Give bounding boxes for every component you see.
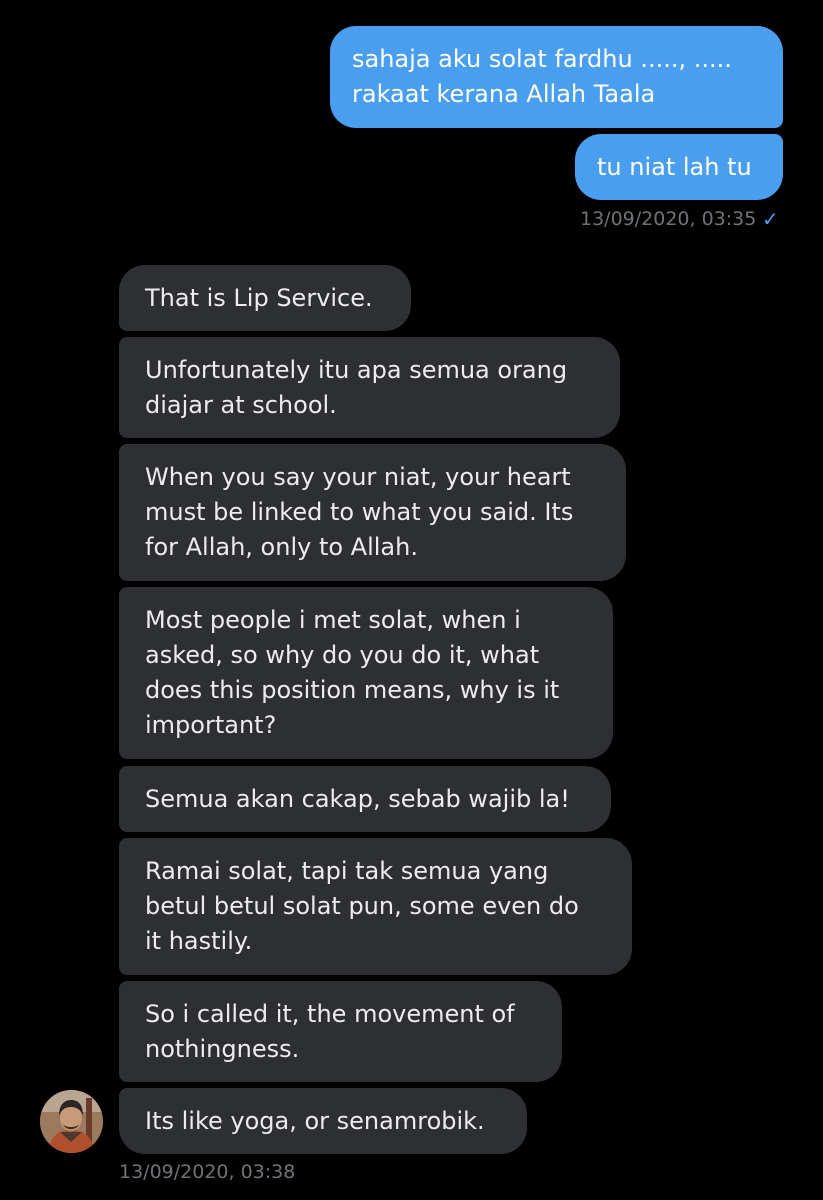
message-thread: sahaja aku solat fardhu ....., ..... rak… (0, 0, 823, 1200)
sent-message-bubble[interactable]: tu niat lah tu (575, 134, 783, 200)
received-message-bubble[interactable]: Its like yoga, or senamrobik. (119, 1088, 527, 1154)
received-timestamp: 13/09/2020, 03:38 (119, 1161, 296, 1183)
received-message-bubble[interactable]: Semua akan cakap, sebab wajib la! (119, 766, 611, 832)
avatar-photo (40, 1090, 103, 1153)
user-avatar[interactable] (40, 1090, 103, 1153)
checkmark-icon: ✓ (762, 207, 779, 231)
sent-message-bubble[interactable]: sahaja aku solat fardhu ....., ..... rak… (330, 26, 783, 128)
received-message-bubble[interactable]: That is Lip Service. (119, 265, 411, 331)
received-message-bubble[interactable]: Most people i met solat, when i asked, s… (119, 587, 613, 759)
sent-timestamp: 13/09/2020, 03:35 (580, 208, 757, 230)
received-message-bubble[interactable]: So i called it, the movement of nothingn… (119, 981, 562, 1082)
received-message-bubble[interactable]: Unfortunately itu apa semua orang diajar… (119, 337, 620, 438)
received-message-bubble[interactable]: Ramai solat, tapi tak semua yang betul b… (119, 838, 632, 975)
received-message-bubble[interactable]: When you say your niat, your heart must … (119, 444, 626, 581)
